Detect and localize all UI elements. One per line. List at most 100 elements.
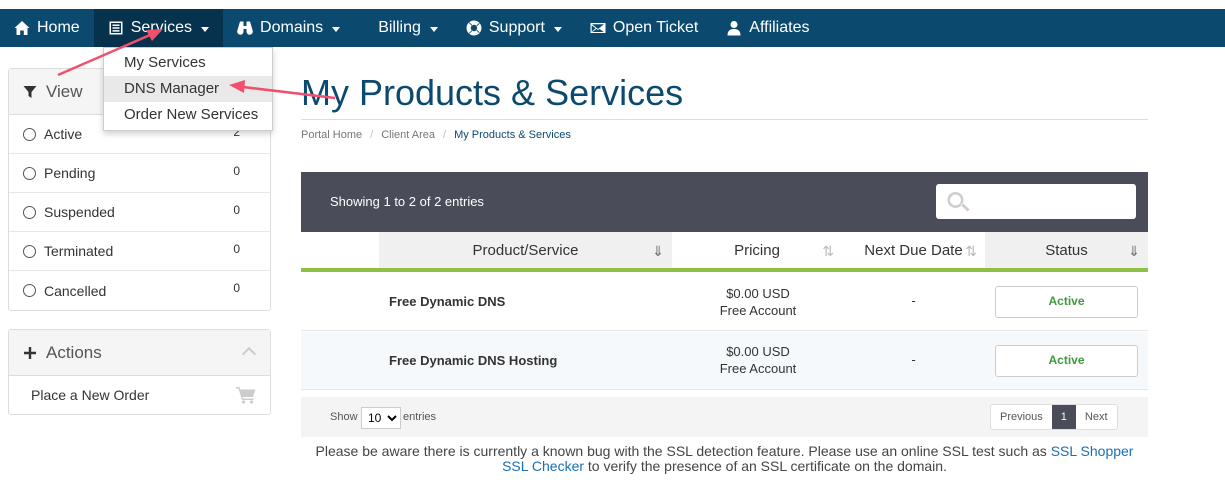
cart-icon <box>236 386 256 404</box>
notice-text-before: Please be aware there is currently a kno… <box>315 443 1051 459</box>
status-badge[interactable]: Active <box>995 345 1138 377</box>
billing-cycle: Free Account <box>719 361 797 376</box>
radio-icon <box>23 244 36 258</box>
search-icon <box>947 192 970 212</box>
nav-support-label: Support <box>488 19 545 36</box>
status-filter-terminated[interactable]: Terminated 0 <box>9 232 270 271</box>
radio-icon <box>23 284 36 297</box>
status-label: Cancelled <box>44 282 107 299</box>
home-icon <box>14 20 30 36</box>
column-header-status[interactable]: Status ⇓ <box>985 232 1148 272</box>
chevron-up-icon[interactable] <box>241 346 257 362</box>
nav-domains-label: Domains <box>260 19 324 36</box>
actions-panel-header[interactable]: Actions <box>9 330 270 376</box>
breadcrumb-current: My Products & Services <box>454 129 571 141</box>
table-search-input[interactable] <box>936 184 1136 219</box>
user-icon <box>726 20 742 36</box>
pagination-previous[interactable]: Previous <box>991 405 1052 429</box>
table-row[interactable]: Free Dynamic DNS Hosting $0.00 USD Free … <box>301 332 1148 390</box>
show-label: Show <box>330 411 358 423</box>
nav-billing[interactable]: Billing <box>354 9 452 47</box>
price-amount: $0.00 USD <box>726 286 790 301</box>
plus-icon <box>24 346 36 359</box>
nav-affiliates[interactable]: Affiliates <box>712 9 823 47</box>
pagination-page-1[interactable]: 1 <box>1051 405 1076 429</box>
action-label: Place a New Order <box>31 387 150 403</box>
ssl-notice: Please be aware there is currently a kno… <box>301 444 1148 474</box>
table-toolbar: Showing 1 to 2 of 2 entries <box>301 172 1148 232</box>
radio-icon <box>23 127 36 141</box>
sort-icon: ⇅ <box>822 243 834 259</box>
table-row[interactable]: Free Dynamic DNS $0.00 USD Free Account … <box>301 273 1148 331</box>
binoculars-icon <box>237 20 253 36</box>
title-divider <box>301 119 1148 120</box>
status-label: Pending <box>44 165 96 181</box>
nav-home[interactable]: Home <box>0 9 94 47</box>
nav-open-ticket[interactable]: Open Ticket <box>576 9 712 47</box>
sort-icon: ⇅ <box>965 243 977 259</box>
sort-desc-icon: ⇓ <box>652 243 664 259</box>
breadcrumb-portal-home[interactable]: Portal Home <box>301 129 362 141</box>
nav-support[interactable]: Support <box>452 9 576 47</box>
main-navbar: Home Services Domains Billing Support Op… <box>0 9 1225 47</box>
filter-icon <box>23 85 37 98</box>
nav-services[interactable]: Services <box>93 9 224 47</box>
list-icon <box>108 20 124 36</box>
menu-item-my-services[interactable]: My Services <box>104 50 272 76</box>
chevron-down-icon <box>201 26 210 32</box>
pricing-cell: $0.00 USD Free Account <box>673 285 843 319</box>
status-filter-pending[interactable]: Pending 0 <box>9 154 270 193</box>
column-header-pricing[interactable]: Pricing ⇅ <box>672 232 842 272</box>
chevron-down-icon <box>553 26 562 32</box>
chevron-down-icon <box>429 26 438 32</box>
nav-services-label: Services <box>130 19 193 36</box>
nav-domains[interactable]: Domains <box>223 9 354 47</box>
breadcrumb: Portal Home / Client Area / My Products & Se… <box>301 129 571 141</box>
table-header: Product/Service ⇓ Pricing ⇅ Next Due Dat… <box>301 232 1148 272</box>
actions-panel: Actions Place a New Order <box>8 329 271 415</box>
status-filter-cancelled[interactable]: Cancelled 0 <box>9 271 270 310</box>
column-header-next-due[interactable]: Next Due Date ⇅ <box>842 232 985 272</box>
status-count: 0 <box>233 164 240 178</box>
billing-cycle: Free Account <box>719 303 797 318</box>
chevron-down-icon <box>332 26 341 32</box>
product-name: Free Dynamic DNS <box>389 294 506 309</box>
product-name: Free Dynamic DNS Hosting <box>389 353 558 368</box>
status-label: Terminated <box>44 243 114 259</box>
menu-item-order-new-services[interactable]: Order New Services <box>104 102 272 128</box>
envelope-icon <box>590 20 606 36</box>
column-header-label: Status <box>1045 242 1088 259</box>
status-count: 0 <box>233 281 240 295</box>
entries-label: entries <box>403 411 437 423</box>
nav-billing-label: Billing <box>378 19 421 36</box>
table-info: Showing 1 to 2 of 2 entries <box>330 194 484 209</box>
column-header-label: Pricing <box>734 242 780 259</box>
price-amount: $0.00 USD <box>726 344 790 359</box>
radio-icon <box>23 166 36 180</box>
actions-panel-title: Actions <box>46 342 102 362</box>
column-header-blank <box>301 232 379 272</box>
radio-icon <box>23 205 36 219</box>
sort-desc-icon: ⇓ <box>1128 243 1140 259</box>
column-header-product[interactable]: Product/Service ⇓ <box>379 232 672 272</box>
pricing-cell: $0.00 USD Free Account <box>673 343 843 377</box>
view-panel-title: View <box>46 81 83 101</box>
next-due-date: - <box>911 352 916 367</box>
pagination: Previous 1 Next <box>990 404 1118 430</box>
services-dropdown-menu: My Services DNS Manager Order New Servic… <box>103 47 273 131</box>
place-new-order-link[interactable]: Place a New Order <box>9 376 270 414</box>
next-due-date: - <box>911 293 916 308</box>
column-header-label: Next Due Date <box>864 242 963 259</box>
pagination-next[interactable]: Next <box>1076 405 1117 429</box>
column-header-label: Product/Service <box>472 242 579 259</box>
page-title: My Products & Services <box>301 72 684 113</box>
breadcrumb-client-area[interactable]: Client Area <box>381 129 435 141</box>
status-filter-suspended[interactable]: Suspended 0 <box>9 193 270 232</box>
menu-item-dns-manager[interactable]: DNS Manager <box>104 76 272 102</box>
status-count: 0 <box>233 242 240 256</box>
page-size-select[interactable]: 10 <box>361 407 401 429</box>
nav-open-ticket-label: Open Ticket <box>612 19 699 36</box>
status-badge[interactable]: Active <box>995 286 1138 318</box>
top-strip <box>0 0 1225 9</box>
status-label: Active <box>44 126 83 142</box>
